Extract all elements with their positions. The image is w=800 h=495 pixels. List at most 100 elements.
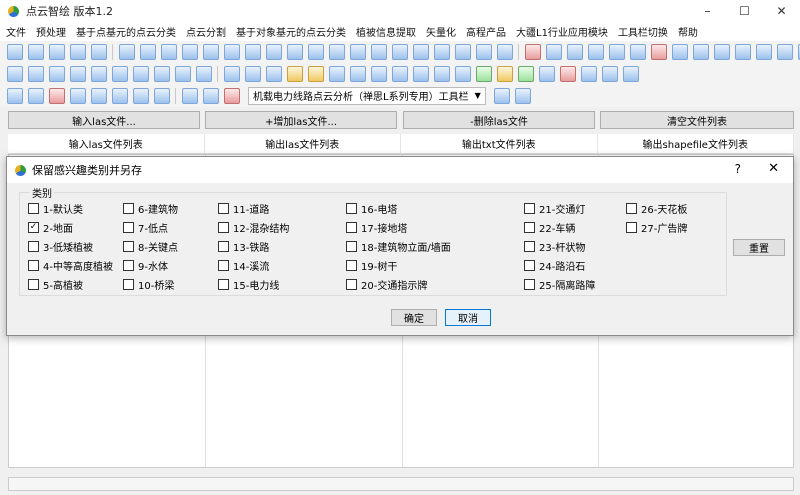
category-checkbox[interactable]: 4-中等高度植被 [28, 258, 113, 273]
scatter-icon[interactable] [223, 65, 240, 82]
checkbox-box[interactable] [346, 222, 357, 233]
checkbox-box[interactable] [346, 203, 357, 214]
stats-icon[interactable] [734, 43, 751, 60]
minimize-button[interactable]: – [689, 0, 726, 22]
dialog-close-button[interactable]: ✕ [768, 161, 779, 176]
checkbox-box[interactable] [524, 241, 535, 252]
category-checkbox[interactable]: 25-隔离路障 [524, 277, 595, 292]
cloud-icon[interactable] [370, 43, 387, 60]
panorama-icon[interactable] [153, 87, 170, 104]
checkbox-box[interactable] [346, 241, 357, 252]
checkbox-box[interactable] [626, 222, 637, 233]
menu-vectorize[interactable]: 矢量化 [426, 24, 456, 39]
category-checkbox[interactable]: 3-低矮植被 [28, 239, 93, 254]
clear-list-button[interactable]: 清空文件列表 [600, 111, 794, 129]
category-checkbox[interactable]: 9-水体 [123, 258, 168, 273]
prism-icon[interactable] [265, 65, 282, 82]
checkbox-box[interactable] [218, 222, 229, 233]
ok-button[interactable]: 确定 [391, 309, 437, 326]
filter-icon[interactable] [454, 65, 471, 82]
folder-export-icon[interactable] [69, 43, 86, 60]
checkbox-box[interactable] [218, 279, 229, 290]
compare-icon[interactable] [475, 43, 492, 60]
folder-lock-icon[interactable] [496, 43, 513, 60]
cube-icon[interactable] [27, 87, 44, 104]
network-icon[interactable] [90, 65, 107, 82]
chart-icon[interactable] [454, 43, 471, 60]
gear-icon[interactable] [349, 43, 366, 60]
checkbox-box[interactable] [524, 279, 535, 290]
bars-icon[interactable] [622, 65, 639, 82]
checkbox-box[interactable] [28, 203, 39, 214]
checkmark-icon[interactable]: ✓ [28, 222, 39, 233]
tile-icon[interactable] [223, 43, 240, 60]
dots-grid-icon[interactable] [524, 43, 541, 60]
zoom-icon[interactable] [6, 87, 23, 104]
category-checkbox[interactable]: 8-关键点 [123, 239, 178, 254]
folder-import-icon[interactable] [90, 43, 107, 60]
triangle-icon[interactable] [27, 65, 44, 82]
category-checkbox[interactable]: 18-建筑物立面/墙面 [346, 239, 451, 254]
column-output-txt[interactable]: 输出txt文件列表 [401, 134, 598, 153]
tree-icon[interactable] [517, 65, 534, 82]
doc-lines-icon[interactable] [538, 65, 555, 82]
category-checkbox[interactable]: 6-建筑物 [123, 201, 178, 216]
category-checkbox[interactable]: 17-接地塔 [346, 220, 407, 235]
menu-vegetation[interactable]: 植被信息提取 [356, 24, 416, 39]
category-checkbox[interactable]: 20-交通指示牌 [346, 277, 427, 292]
bar-chart-icon[interactable] [307, 65, 324, 82]
spiral-icon[interactable] [370, 65, 387, 82]
category-checkbox[interactable]: 24-路沿石 [524, 258, 585, 273]
curve-icon[interactable] [692, 43, 709, 60]
menu-segmentation[interactable]: 点云分割 [186, 24, 226, 39]
category-checkbox[interactable]: 19-树干 [346, 258, 397, 273]
leaf-icon[interactable] [475, 65, 492, 82]
category-checkbox[interactable]: ✓ 2-地面 [28, 220, 73, 235]
checkbox-box[interactable] [218, 203, 229, 214]
document-icon[interactable] [118, 43, 135, 60]
checkbox-box[interactable] [28, 241, 39, 252]
category-checkbox[interactable]: 10-桥梁 [123, 277, 174, 292]
column-icon[interactable] [580, 65, 597, 82]
report-icon[interactable] [265, 43, 282, 60]
monitor-icon[interactable] [195, 65, 212, 82]
eye-icon[interactable] [328, 65, 345, 82]
arrow-icon[interactable] [69, 87, 86, 104]
globe-icon[interactable] [629, 43, 646, 60]
vertical-grid-icon[interactable] [601, 65, 618, 82]
category-checkbox[interactable]: 15-电力线 [218, 277, 279, 292]
menu-preprocess[interactable]: 预处理 [36, 24, 66, 39]
wire-icon[interactable] [132, 87, 149, 104]
list-icon[interactable] [545, 43, 562, 60]
picture-icon[interactable] [493, 87, 510, 104]
pylon-icon[interactable] [111, 87, 128, 104]
transfer-icon[interactable] [328, 43, 345, 60]
checkbox-box[interactable] [28, 260, 39, 271]
close-window-button[interactable]: ✕ [763, 0, 800, 22]
compass-icon[interactable] [349, 65, 366, 82]
nodes-icon[interactable] [111, 65, 128, 82]
menu-toolbar-switch[interactable]: 工具栏切换 [618, 24, 668, 39]
grid-icon[interactable] [244, 43, 261, 60]
input-las-button[interactable]: 输入las文件... [8, 111, 200, 129]
menu-file[interactable]: 文件 [6, 24, 26, 39]
checkbox-box[interactable] [28, 279, 39, 290]
category-checkbox[interactable]: 7-低点 [123, 220, 168, 235]
folder-yellow-icon[interactable] [412, 43, 429, 60]
folder-open-icon[interactable] [286, 43, 303, 60]
lens-icon[interactable] [391, 65, 408, 82]
category-checkbox[interactable]: 5-高植被 [28, 277, 83, 292]
flower-icon[interactable] [496, 65, 513, 82]
palette-icon[interactable] [286, 65, 303, 82]
delete-las-button[interactable]: -删除las文件 [403, 111, 595, 129]
folder-green-icon[interactable] [391, 43, 408, 60]
maximize-button[interactable]: ☐ [726, 0, 763, 22]
checkbox-box[interactable] [524, 203, 535, 214]
category-checkbox[interactable]: 1-默认类 [28, 201, 83, 216]
ring-icon[interactable] [6, 65, 23, 82]
category-checkbox[interactable]: 22-车辆 [524, 220, 575, 235]
category-checkbox[interactable]: 23-杆状物 [524, 239, 585, 254]
image-icon[interactable] [69, 65, 86, 82]
column-input-las[interactable]: 输入las文件列表 [8, 134, 205, 153]
copy-icon[interactable] [433, 65, 450, 82]
